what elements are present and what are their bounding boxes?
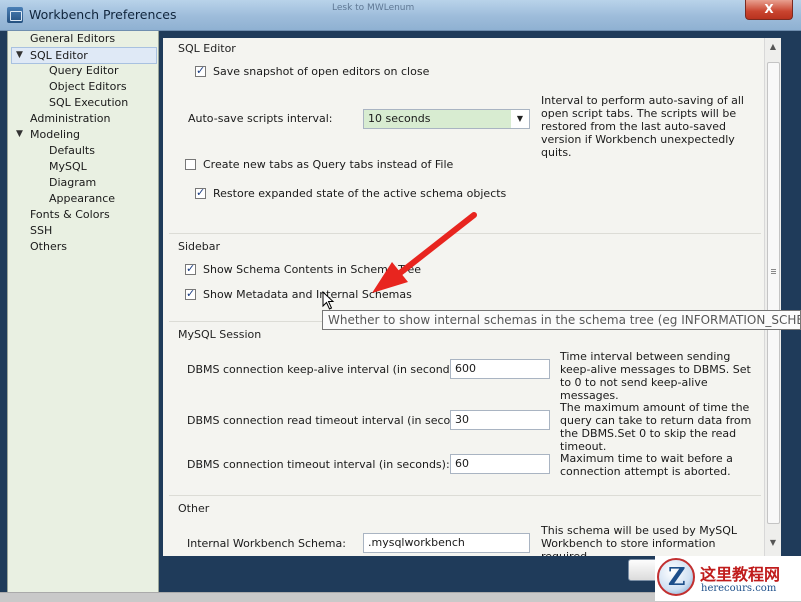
site-watermark: Z 这里教程网 herecours.com — [655, 556, 801, 601]
watermark-subtitle: herecours.com — [701, 583, 777, 594]
watermark-title: 这里教程网 — [700, 565, 781, 584]
tooltip: Whether to show internal schemas in the … — [322, 310, 801, 330]
watermark-logo-icon: Z — [657, 558, 695, 596]
annotation-arrow-icon — [372, 212, 477, 293]
mouse-pointer-icon — [322, 291, 335, 310]
watermark-logo-letter: Z — [668, 562, 686, 591]
